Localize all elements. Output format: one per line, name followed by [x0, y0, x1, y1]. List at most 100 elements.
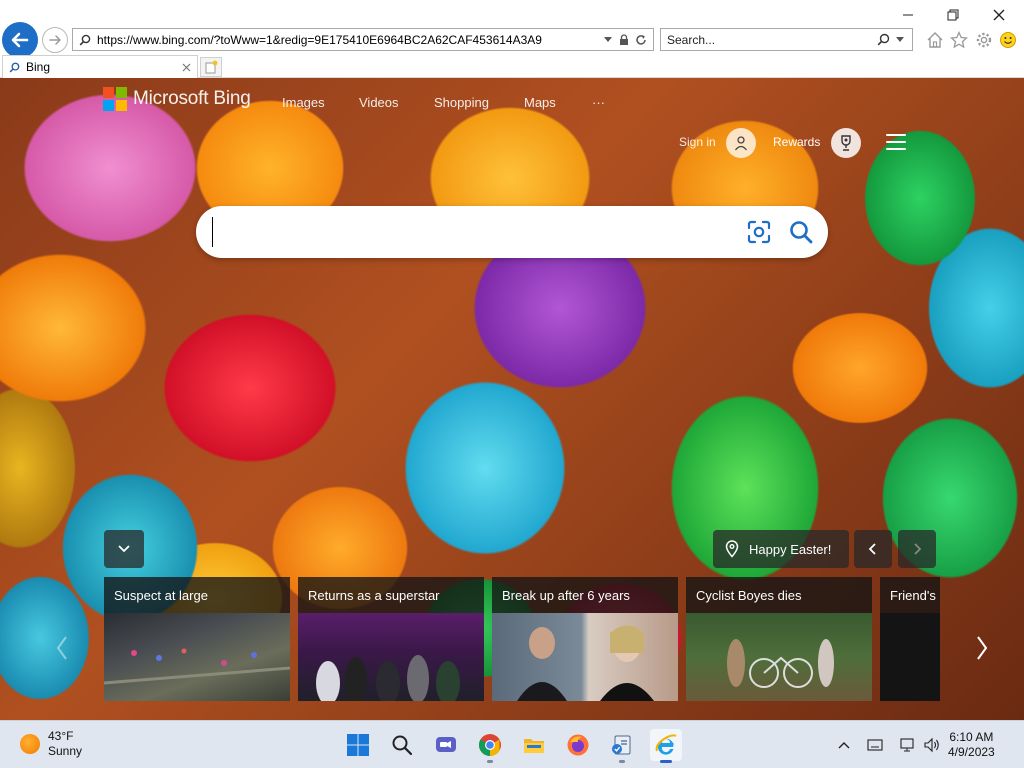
brand-name: Microsoft Bing	[133, 88, 251, 109]
network-icon	[900, 738, 914, 752]
rewards-link[interactable]: Rewards	[773, 135, 820, 149]
refresh-icon[interactable]	[635, 34, 647, 46]
new-tab-button[interactable]	[200, 57, 222, 77]
firefox-app[interactable]	[562, 729, 594, 761]
user-icon	[734, 136, 748, 151]
browser-search-box[interactable]	[660, 28, 913, 51]
weather-widget[interactable]: 43°F Sunny	[20, 729, 82, 759]
news-title: Suspect at large	[114, 588, 208, 603]
nav-videos[interactable]: Videos	[359, 95, 399, 110]
clock-time: 6:10 AM	[949, 730, 994, 744]
weather-temperature: 43°F	[48, 729, 74, 743]
arrow-right-icon	[49, 35, 61, 45]
browser-search-input[interactable]	[661, 29, 877, 50]
task-manager-app[interactable]	[606, 729, 638, 763]
address-url[interactable]: https://www.bing.com/?toWww=1&redig=9E17…	[91, 33, 603, 47]
tab-title: Bing	[26, 60, 51, 74]
file-explorer-app[interactable]	[518, 729, 550, 761]
news-title: Friend's l	[890, 588, 940, 603]
weather-condition: Sunny	[48, 744, 83, 758]
next-image-button[interactable]	[898, 530, 936, 568]
search-icon	[3, 62, 20, 73]
system-clock[interactable]: 6:10 AM 4/9/2023	[948, 730, 995, 760]
home-icon	[927, 32, 943, 48]
news-title: Cyclist Boyes dies	[696, 588, 802, 603]
image-info-button[interactable]: Happy Easter!	[713, 530, 849, 568]
volume-tray-button[interactable]	[922, 735, 942, 755]
back-button[interactable]	[2, 22, 38, 58]
tab-bar: Bing	[0, 55, 1024, 78]
running-indicator	[660, 760, 672, 763]
bing-search-bar[interactable]	[196, 206, 828, 258]
settings-button[interactable]	[973, 29, 995, 51]
news-thumbnail	[492, 613, 678, 701]
news-card[interactable]: Cyclist Boyes dies	[686, 577, 872, 701]
visual-search-button[interactable]	[744, 217, 774, 247]
start-button[interactable]	[342, 729, 374, 761]
search-submit-button[interactable]	[786, 217, 816, 247]
trophy-icon	[841, 135, 851, 151]
new-tab-icon	[205, 60, 218, 74]
bing-logo[interactable]: Microsoft Bing	[103, 87, 251, 111]
news-card[interactable]: Suspect at large	[104, 577, 290, 701]
carousel-next-button[interactable]	[970, 633, 994, 663]
feedback-button[interactable]	[997, 29, 1019, 51]
home-button[interactable]	[924, 29, 946, 51]
forward-button[interactable]	[42, 27, 68, 53]
nav-images[interactable]: Images	[282, 95, 325, 110]
rewards-button[interactable]	[831, 128, 861, 158]
close-button[interactable]	[976, 4, 1022, 26]
chrome-app[interactable]	[474, 729, 506, 763]
carousel-previous-button[interactable]	[50, 633, 74, 663]
browser-chrome: https://www.bing.com/?toWww=1&redig=9E17…	[0, 0, 1024, 78]
dropdown-arrow-icon[interactable]	[896, 36, 904, 43]
show-hidden-icons-button[interactable]	[834, 735, 854, 755]
running-indicator	[619, 760, 625, 763]
search-icon	[392, 735, 413, 756]
search-icon	[73, 34, 91, 46]
chrome-icon	[479, 734, 501, 756]
star-icon	[950, 31, 968, 49]
network-tray-button[interactable]	[898, 735, 918, 755]
restore-button[interactable]	[930, 4, 976, 26]
tab-bing[interactable]: Bing	[2, 55, 198, 78]
news-title: Break up after 6 years	[502, 588, 630, 603]
nav-maps[interactable]: Maps	[524, 95, 556, 110]
nav-more[interactable]: ···	[592, 95, 605, 110]
nav-shopping[interactable]: Shopping	[434, 95, 489, 110]
sign-in-link[interactable]: Sign in	[679, 135, 716, 149]
bing-search-input[interactable]	[212, 217, 744, 247]
news-card[interactable]: Returns as a superstar	[298, 577, 484, 701]
chevron-up-icon	[838, 742, 850, 749]
location-pin-icon	[725, 540, 739, 558]
keyboard-tray-button[interactable]	[865, 735, 885, 755]
restore-icon	[947, 9, 959, 21]
microsoft-logo-icon	[103, 87, 127, 111]
teams-chat-button[interactable]	[430, 729, 462, 761]
collapse-news-button[interactable]	[104, 530, 144, 568]
chevron-right-icon	[977, 636, 988, 660]
previous-image-button[interactable]	[854, 530, 892, 568]
news-card[interactable]: Friend's l	[880, 577, 940, 701]
lock-icon[interactable]	[619, 33, 629, 46]
internet-explorer-app[interactable]	[650, 729, 682, 763]
chevron-left-icon	[56, 636, 67, 660]
taskbar: 43°F Sunny 6:10 AM 4/9/2023	[0, 720, 1024, 768]
dropdown-arrow-icon[interactable]	[603, 36, 613, 44]
gear-icon	[976, 32, 992, 48]
hamburger-menu-button[interactable]	[884, 132, 908, 152]
tab-close-icon[interactable]	[182, 63, 197, 72]
favorites-button[interactable]	[948, 29, 970, 51]
news-title: Returns as a superstar	[308, 588, 440, 603]
taskbar-search-button[interactable]	[386, 729, 418, 761]
news-thumbnail	[298, 613, 484, 701]
minimize-button[interactable]	[885, 4, 931, 26]
menu-line	[886, 141, 906, 143]
search-icon[interactable]	[877, 33, 890, 46]
avatar[interactable]	[726, 128, 756, 158]
news-card[interactable]: Break up after 6 years	[492, 577, 678, 701]
address-bar[interactable]: https://www.bing.com/?toWww=1&redig=9E17…	[72, 28, 654, 51]
volume-icon	[924, 737, 939, 753]
smiley-icon	[1000, 32, 1016, 48]
chevron-down-icon	[118, 545, 130, 553]
